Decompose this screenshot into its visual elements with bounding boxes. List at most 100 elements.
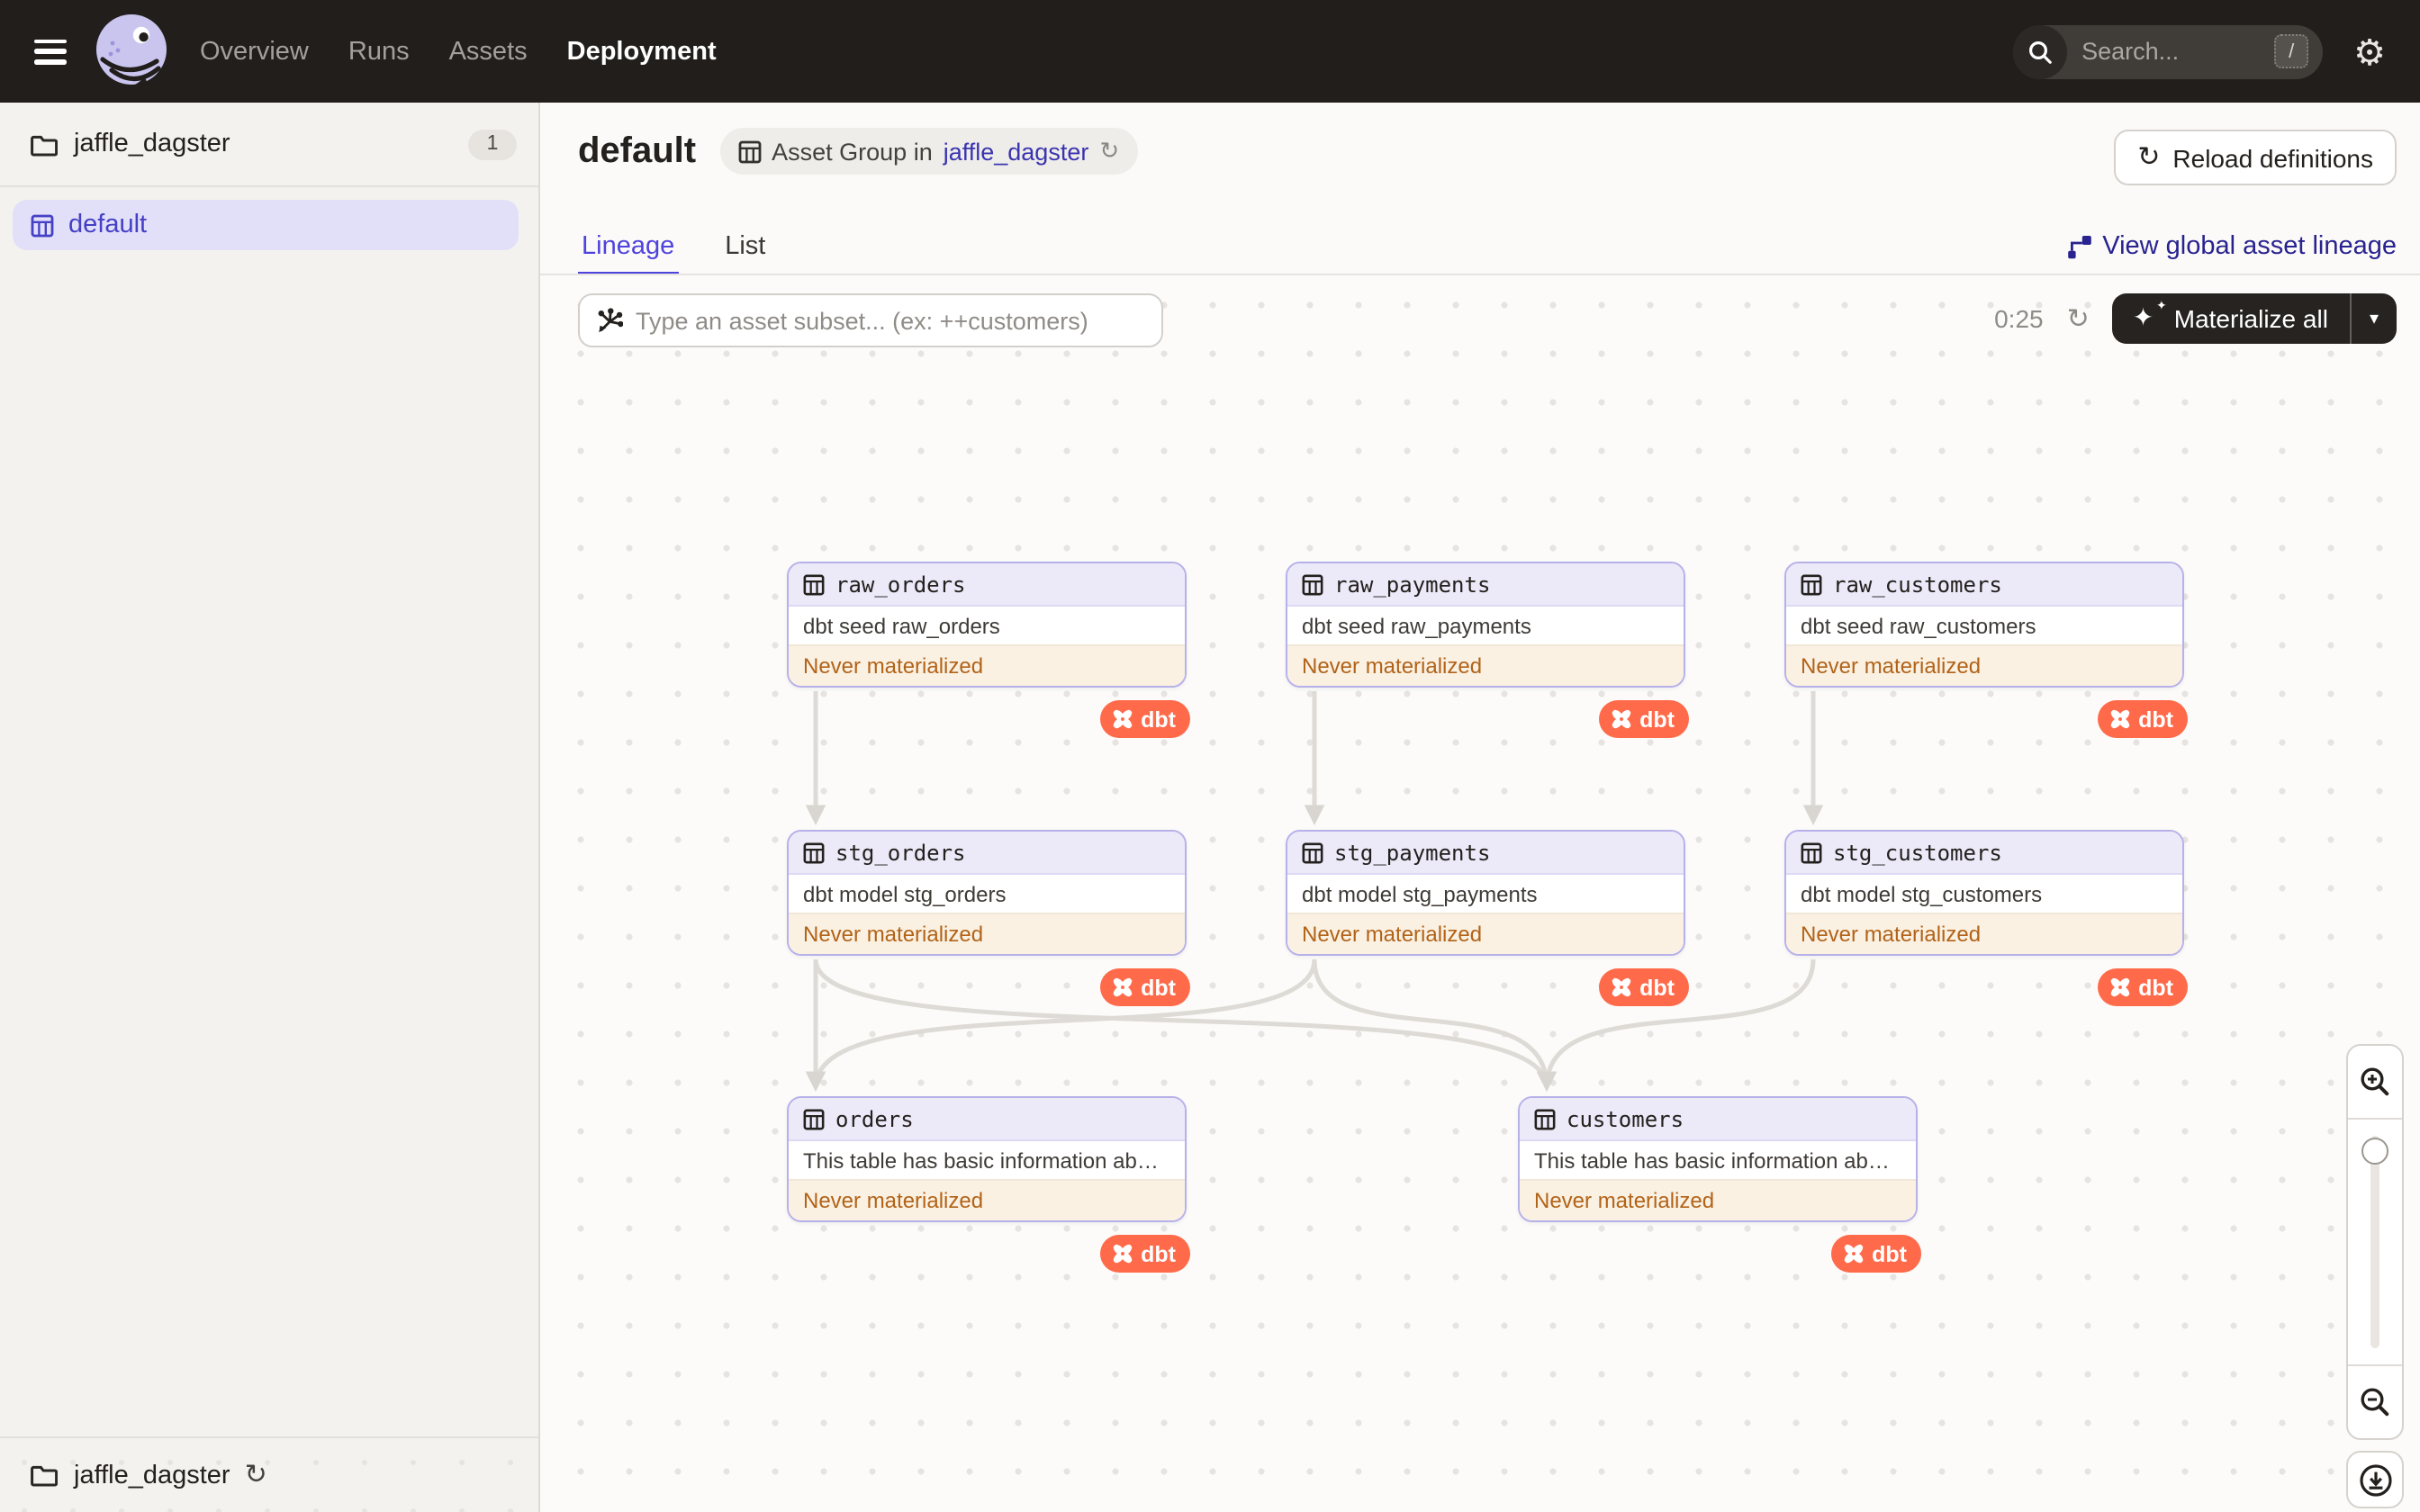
sparkle-icon: ✦ ✦	[2132, 298, 2167, 332]
dbt-badge[interactable]: dbt	[1099, 1235, 1190, 1273]
chevron-down-icon[interactable]: ▾	[2352, 309, 2397, 328]
dbt-badge[interactable]: dbt	[1598, 700, 1689, 738]
nav-deployment[interactable]: Deployment	[567, 37, 717, 66]
asset-node-raw_payments[interactable]: raw_payments dbt seed raw_payments Never…	[1286, 562, 1689, 738]
dbt-badge-label: dbt	[2138, 706, 2173, 732]
sidebar-item-default[interactable]: default	[13, 200, 519, 250]
reload-definitions-button[interactable]: ↻ Reload definitions	[2114, 130, 2397, 185]
asset-status: Never materialized	[1287, 644, 1684, 686]
asset-node-orders[interactable]: orders This table has basic information …	[787, 1096, 1190, 1273]
asset-name: raw_orders	[835, 572, 966, 597]
dbt-badge-label: dbt	[1639, 975, 1675, 1000]
page-title: default	[578, 130, 697, 170]
sidebar-project-label: jaffle_dagster	[74, 130, 230, 158]
asset-description: dbt seed raw_payments	[1302, 614, 1531, 639]
search-icon	[2013, 24, 2068, 78]
dbt-badge[interactable]: dbt	[1598, 968, 1689, 1006]
asset-name: orders	[835, 1106, 914, 1131]
lineage-graph-icon	[2066, 234, 2091, 259]
dbt-logo-icon	[1609, 707, 1632, 731]
table-icon	[1801, 573, 1822, 595]
asset-name: raw_payments	[1334, 572, 1491, 597]
dbt-badge-label: dbt	[1141, 1241, 1176, 1266]
zoom-in-button[interactable]	[2348, 1046, 2402, 1118]
hamburger-menu-icon[interactable]	[34, 39, 67, 64]
download-image-button[interactable]	[2346, 1451, 2404, 1508]
top-navbar: Overview Runs Assets Deployment Search..…	[0, 0, 2420, 103]
refresh-icon: ↻	[2137, 140, 2161, 173]
nav-assets[interactable]: Assets	[449, 37, 528, 66]
search-input[interactable]: Search... /	[2013, 24, 2324, 78]
zoom-slider-handle[interactable]	[2361, 1138, 2388, 1165]
tab-list[interactable]: List	[721, 232, 769, 275]
table-icon	[803, 573, 825, 595]
dbt-badge[interactable]: dbt	[1830, 1235, 1921, 1273]
asset-name: customers	[1567, 1106, 1684, 1131]
sidebar-project-count-badge: 1	[468, 129, 517, 159]
gear-icon[interactable]: ⚙	[2353, 33, 2386, 69]
edge-stg_payments-to-customers	[1312, 958, 1558, 1092]
dbt-badge[interactable]: dbt	[2097, 700, 2188, 738]
sidebar-footer: jaffle_dagster ↻	[0, 1436, 538, 1512]
asset-status: Never materialized	[1520, 1179, 1916, 1220]
asset-name: stg_orders	[835, 840, 966, 865]
asset-description: dbt seed raw_customers	[1801, 614, 2036, 639]
asset-node-raw_orders[interactable]: raw_orders dbt seed raw_orders Never mat…	[787, 562, 1190, 738]
lineage-graph-canvas[interactable]: raw_orders dbt seed raw_orders Never mat…	[540, 275, 2420, 1512]
tab-bar: Lineage List	[578, 232, 769, 275]
dbt-badge[interactable]: dbt	[1099, 700, 1190, 738]
asset-name: stg_payments	[1334, 840, 1491, 865]
asset-group-icon	[737, 140, 761, 163]
table-icon	[1302, 573, 1323, 595]
tab-lineage[interactable]: Lineage	[578, 232, 679, 275]
dbt-badge[interactable]: dbt	[2097, 968, 2188, 1006]
dbt-logo-icon	[1609, 976, 1632, 999]
asset-subset-input[interactable]: Type an asset subset... (ex: ++customers…	[578, 293, 1163, 347]
asset-node-raw_customers[interactable]: raw_customers dbt seed raw_customers Nev…	[1784, 562, 2188, 738]
table-icon	[803, 1108, 825, 1130]
dbt-badge-label: dbt	[1141, 975, 1176, 1000]
asset-name: raw_customers	[1833, 572, 2002, 597]
asset-groups-sidebar: jaffle_dagster 1 default jaffle_dagster …	[0, 103, 540, 1512]
asset-node-customers[interactable]: customers This table has basic informati…	[1518, 1096, 1921, 1273]
dagster-logo-icon[interactable]	[90, 10, 173, 93]
refresh-timer: 0:25	[1994, 304, 2044, 333]
sidebar-footer-project-label: jaffle_dagster	[74, 1461, 230, 1490]
asset-node-stg_customers[interactable]: stg_customers dbt model stg_customers Ne…	[1784, 830, 2188, 1006]
asset-group-icon	[31, 213, 54, 237]
view-global-asset-lineage-link[interactable]: View global asset lineage	[2066, 232, 2397, 261]
asset-subset-placeholder: Type an asset subset... (ex: ++customers…	[636, 307, 1088, 334]
asset-status: Never materialized	[789, 913, 1185, 954]
asset-status: Never materialized	[1786, 644, 2182, 686]
sidebar-project-row[interactable]: jaffle_dagster 1	[0, 103, 538, 187]
zoom-controls	[2346, 1044, 2404, 1440]
dbt-badge-label: dbt	[1639, 706, 1675, 732]
asset-node-stg_orders[interactable]: stg_orders dbt model stg_orders Never ma…	[787, 830, 1190, 1006]
asset-description: dbt model stg_orders	[803, 882, 1007, 907]
dbt-logo-icon	[1110, 1242, 1133, 1265]
nav-runs[interactable]: Runs	[348, 37, 410, 66]
nav-overview[interactable]: Overview	[200, 37, 309, 66]
zoom-slider[interactable]	[2348, 1118, 2402, 1366]
table-icon	[1801, 842, 1822, 863]
dbt-badge-label: dbt	[1141, 706, 1176, 732]
asset-description: dbt model stg_payments	[1302, 882, 1538, 907]
asset-status: Never materialized	[789, 644, 1185, 686]
dbt-logo-icon	[2108, 976, 2131, 999]
dbt-badge[interactable]: dbt	[1099, 968, 1190, 1006]
refresh-icon[interactable]: ↻	[245, 1461, 267, 1489]
search-placeholder: Search...	[2081, 38, 2180, 65]
refresh-icon[interactable]: ↻	[1099, 140, 1119, 163]
table-icon	[1534, 1108, 1556, 1130]
zoom-out-button[interactable]	[2348, 1366, 2402, 1438]
asset-description: This table has basic information about .…	[803, 1148, 1185, 1174]
context-project-link[interactable]: jaffle_dagster	[944, 138, 1089, 165]
materialize-all-button[interactable]: ✦ ✦ Materialize all ▾	[2112, 293, 2397, 344]
asset-description: This table has basic information about .…	[1534, 1148, 1916, 1174]
refresh-icon[interactable]: ↻	[2067, 302, 2090, 335]
dbt-logo-icon	[1110, 976, 1133, 999]
page-header: default Asset Group in jaffle_dagster ↻ …	[540, 103, 2420, 275]
asset-node-stg_payments[interactable]: stg_payments dbt model stg_payments Neve…	[1286, 830, 1689, 1006]
folder-icon	[31, 132, 58, 156]
dbt-badge-label: dbt	[2138, 975, 2173, 1000]
